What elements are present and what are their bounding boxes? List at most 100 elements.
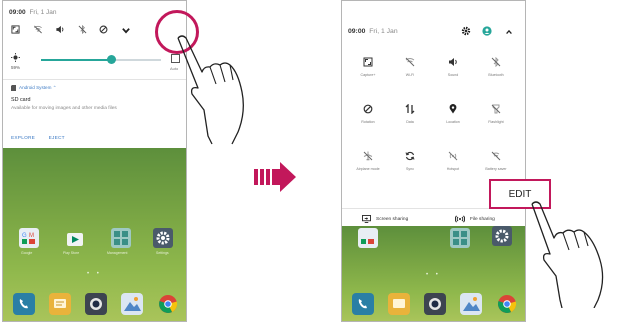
brightness-control: 59% Auto <box>11 53 186 71</box>
battery-saver-icon <box>491 151 501 161</box>
home-screen-wallpaper: • • <box>342 226 525 321</box>
file-sharing-icon <box>455 215 465 223</box>
camera-app-icon[interactable] <box>424 293 446 315</box>
google-folder-icon[interactable] <box>358 228 378 248</box>
file-sharing-button[interactable]: File sharing <box>455 215 495 223</box>
status-bar: 09:00 Fri, 1 Jan <box>9 9 57 16</box>
play-store-icon[interactable] <box>65 228 85 248</box>
tile-label: Capture+ <box>360 73 376 77</box>
chrome-app-icon[interactable] <box>496 293 518 315</box>
svg-text:M: M <box>29 233 34 239</box>
messages-app-icon[interactable] <box>388 293 410 315</box>
divider <box>3 79 186 80</box>
tile-sync[interactable]: Sync <box>390 151 430 171</box>
brightness-level-label: 59% <box>11 65 21 70</box>
management-folder-icon[interactable] <box>111 228 131 248</box>
tile-label: Battery saver <box>485 167 507 171</box>
wifi-off-icon[interactable] <box>33 25 43 34</box>
tile-label: Rotation <box>361 120 375 124</box>
google-folder-label: Google <box>21 251 33 255</box>
block-icon[interactable] <box>99 25 108 34</box>
settings-app-label: Settings <box>156 251 169 255</box>
tile-battery-saver[interactable]: Battery saver <box>476 151 516 171</box>
wifi-off-icon <box>405 57 415 67</box>
tile-data[interactable]: Data <box>390 104 430 124</box>
tile-label: Data <box>406 120 414 124</box>
gallery-app-icon[interactable] <box>460 293 482 315</box>
phone-app-icon[interactable] <box>13 293 35 315</box>
settings-app-icon[interactable] <box>492 226 512 246</box>
tile-capture[interactable]: Capture+ <box>348 57 388 77</box>
chrome-app-icon[interactable] <box>157 293 179 315</box>
airplane-icon <box>363 151 373 161</box>
brightness-icon <box>11 53 20 62</box>
sound-icon <box>449 58 457 66</box>
tile-label: Sync <box>406 167 414 171</box>
autorotate-icon[interactable] <box>11 25 20 34</box>
notification-title: SD card <box>11 97 31 103</box>
phone-app-icon[interactable] <box>352 293 374 315</box>
status-time: 09:00 <box>9 9 26 16</box>
play-store-label: Play Store <box>63 251 80 255</box>
tile-wifi[interactable]: Wi-Fi <box>390 57 430 77</box>
screen-sharing-button[interactable]: Screen sharing <box>362 215 408 223</box>
sd-card-notification[interactable]: Android System ⌃ SD card Available for m… <box>11 85 183 111</box>
page-indicator: • • <box>87 271 102 277</box>
google-folder-icon[interactable]: GM <box>19 228 39 248</box>
tile-sound[interactable]: Sound <box>433 57 473 77</box>
tapping-hand-icon <box>177 35 244 145</box>
location-icon <box>449 104 457 114</box>
bluetooth-off-icon <box>491 57 501 67</box>
screen-sharing-icon <box>362 215 371 223</box>
tile-location[interactable]: Location <box>433 104 473 124</box>
status-date: Fri, 1 Jan <box>29 9 57 16</box>
tapping-hand-icon <box>531 201 604 308</box>
transition-arrow-icon <box>254 162 296 192</box>
brightness-slider-thumb[interactable] <box>107 55 117 64</box>
tile-airplane-mode[interactable]: Airplane mode <box>348 151 388 171</box>
tile-label: Sound <box>447 73 459 77</box>
tile-label: Bluetooth <box>488 73 504 77</box>
tile-hotspot[interactable]: Hotspot <box>433 151 473 171</box>
quick-settings-row <box>11 25 131 39</box>
phone-before: 09:00 Fri, 1 Jan 59% Auto Android System… <box>2 0 187 322</box>
data-icon <box>405 104 415 114</box>
status-date: Fri, 1 Jan <box>369 28 398 35</box>
tile-label: Hotspot <box>446 167 460 171</box>
tile-rotation[interactable]: Rotation <box>348 104 388 124</box>
tile-flashlight[interactable]: Flashlight <box>476 104 516 124</box>
tile-label: Flashlight <box>488 120 504 124</box>
chevron-up-icon[interactable] <box>505 28 513 36</box>
brightness-slider-fill <box>41 59 112 61</box>
rotation-icon <box>363 104 373 114</box>
bluetooth-off-icon[interactable] <box>78 25 87 34</box>
notification-actions: EXPLORE EJECT <box>11 136 77 141</box>
brightness-slider[interactable] <box>41 55 161 64</box>
sound-icon[interactable] <box>55 25 65 34</box>
tile-bluetooth[interactable]: Bluetooth <box>476 57 516 77</box>
tile-label: Wi-Fi <box>405 73 415 77</box>
settings-app-icon[interactable] <box>153 228 173 248</box>
file-sharing-label: File sharing <box>470 216 495 222</box>
home-screen-wallpaper: GM Google Play Store Management Settings… <box>3 148 186 321</box>
chevron-down-icon[interactable] <box>121 26 131 35</box>
account-icon[interactable] <box>482 26 492 36</box>
tile-label: Airplane mode <box>356 167 380 171</box>
messages-app-icon[interactable] <box>49 293 71 315</box>
capture-icon <box>363 57 373 67</box>
flashlight-icon <box>491 104 501 114</box>
status-bar: 09:00 Fri, 1 Jan <box>348 28 398 35</box>
screen-sharing-label: Screen sharing <box>376 216 409 222</box>
svg-text:G: G <box>22 233 27 239</box>
tile-label: Location <box>446 120 460 124</box>
notification-detail: Available for moving images and other me… <box>11 106 117 111</box>
camera-app-icon[interactable] <box>85 293 107 315</box>
gallery-app-icon[interactable] <box>121 293 143 315</box>
eject-button[interactable]: EJECT <box>49 136 65 141</box>
sd-card-icon <box>11 85 16 91</box>
management-folder-icon[interactable] <box>450 228 470 248</box>
management-folder-label: Management <box>107 251 128 255</box>
gear-icon[interactable] <box>461 26 471 36</box>
explore-button[interactable]: EXPLORE <box>11 136 35 141</box>
phone-after: 09:00 Fri, 1 Jan Capture+ Wi-Fi Sound Bl… <box>341 0 526 322</box>
